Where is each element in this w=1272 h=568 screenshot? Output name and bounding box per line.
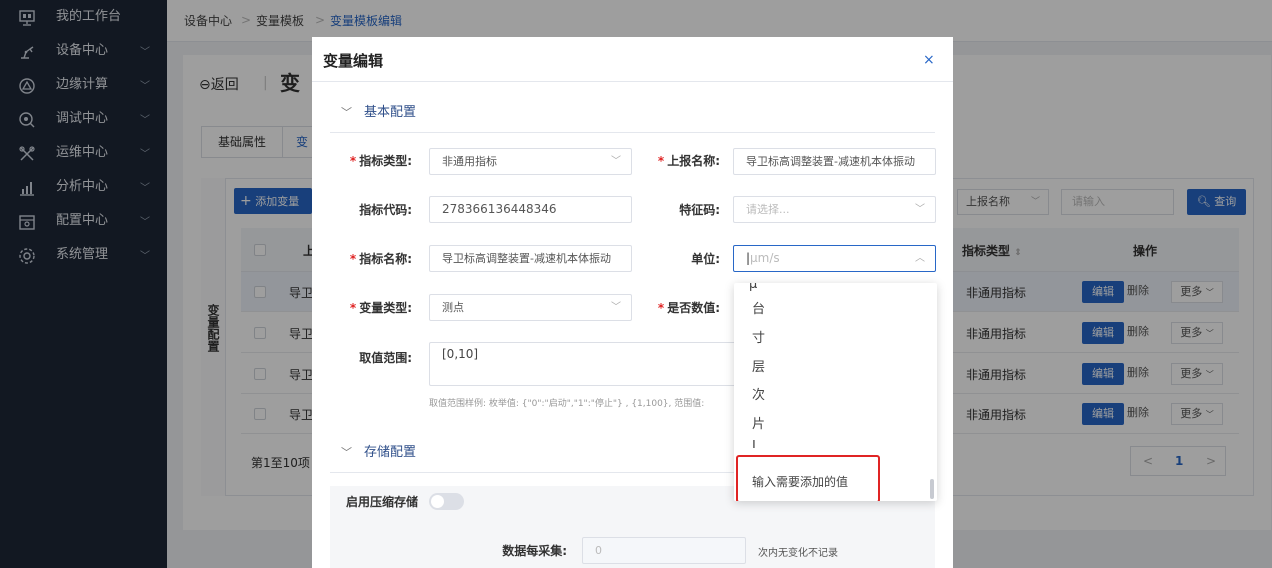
unit-placeholder: μm/s: [750, 251, 780, 265]
dropdown-option-clipped: μ: [749, 283, 758, 292]
compress-storage-toggle[interactable]: [429, 493, 464, 510]
variable-type-select[interactable]: 测点 ﹀: [429, 294, 632, 321]
dialog-title: 变量编辑: [323, 52, 384, 70]
feature-code-select[interactable]: 请选择... ﹀: [733, 196, 936, 223]
dropdown-option[interactable]: 片: [752, 416, 765, 434]
dropdown-option[interactable]: 台: [752, 301, 765, 319]
chevron-up-icon: ︿: [915, 253, 925, 264]
feature-code-label: 特征码:: [679, 203, 720, 217]
report-name-input[interactable]: 导卫标高调整装置-减速机本体振动: [733, 148, 936, 175]
variable-type-value: 测点: [442, 301, 464, 314]
dropdown-option[interactable]: L: [752, 438, 759, 448]
report-name-label: * 上报名称:: [657, 154, 720, 168]
unit-select[interactable]: |μm/s ︿: [733, 245, 936, 272]
collect-interval-label: 数据每采集:: [502, 544, 567, 558]
section-basic-config[interactable]: ﹀ 基本配置: [341, 101, 416, 120]
section-storage-config[interactable]: ﹀ 存储配置: [341, 441, 416, 460]
variable-type-label: * 变量类型:: [349, 301, 412, 315]
dropdown-option[interactable]: 层: [752, 359, 765, 377]
dropdown-option[interactable]: 次: [752, 387, 765, 405]
chevron-down-icon: ﹀: [611, 156, 621, 167]
section-divider: [330, 132, 935, 133]
close-icon[interactable]: ×: [923, 52, 935, 68]
value-range-textarea[interactable]: [0,10]: [429, 342, 749, 386]
indicator-name-input[interactable]: 导卫标高调整装置-减速机本体振动: [429, 245, 632, 272]
toggle-knob: [431, 495, 444, 508]
chevron-down-icon: ﹀: [341, 106, 352, 119]
dropdown-scrollbar[interactable]: [930, 479, 934, 499]
indicator-code-input[interactable]: 278366136448346: [429, 196, 632, 223]
compress-storage-label: 启用压缩存储: [346, 495, 419, 509]
indicator-code-label: 指标代码:: [359, 203, 412, 217]
indicator-type-value: 非通用指标: [442, 155, 497, 168]
indicator-name-label: * 指标名称:: [349, 252, 412, 266]
value-range-label: 取值范围:: [359, 351, 412, 365]
indicator-type-select[interactable]: 非通用指标 ﹀: [429, 148, 632, 175]
section-storage-label: 存储配置: [364, 445, 417, 460]
feature-code-placeholder: 请选择...: [746, 203, 790, 216]
chevron-down-icon: ﹀: [915, 204, 925, 215]
dropdown-option[interactable]: 寸: [752, 330, 765, 348]
value-range-hint: 取值范围样例: 枚举值: {"0":"启动","1":"停止"} , {1,10…: [429, 399, 705, 409]
chevron-down-icon: ﹀: [611, 302, 621, 313]
unit-label: 单位:: [691, 252, 720, 266]
collect-interval-input[interactable]: 0: [582, 537, 746, 564]
chevron-down-icon: ﹀: [341, 446, 352, 459]
dialog-header-divider: [312, 81, 953, 82]
section-basic-label: 基本配置: [364, 105, 417, 120]
unit-dropdown: μ 台 寸 层 次 片 L 输入需要添加的值: [734, 283, 937, 501]
indicator-type-label: * 指标类型:: [349, 154, 412, 168]
add-value-option[interactable]: 输入需要添加的值: [752, 473, 848, 491]
is-numeric-label: * 是否数值:: [657, 301, 720, 315]
collect-interval-suffix: 次内无变化不记录: [758, 548, 838, 559]
